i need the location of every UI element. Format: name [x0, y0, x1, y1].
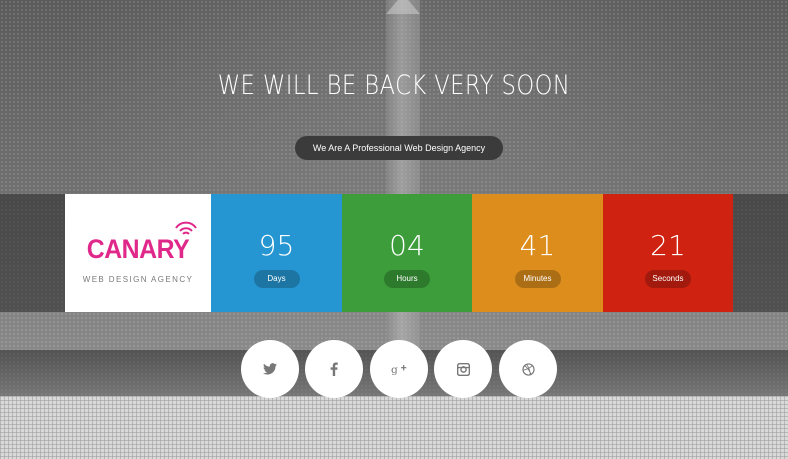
google-plus-button[interactable]: g — [370, 340, 428, 398]
hours-label: Hours — [384, 270, 430, 288]
subheadline-badge: We Are A Professional Web Design Agency — [295, 136, 503, 160]
minutes-label: Minutes — [514, 270, 561, 288]
facebook-icon — [330, 362, 338, 376]
dribbble-button[interactable] — [499, 340, 557, 398]
instagram-button[interactable] — [434, 340, 492, 398]
twitter-icon — [263, 363, 277, 375]
countdown-seconds: 21 Seconds — [603, 194, 733, 312]
countdown-hours: 04 Hours — [342, 194, 472, 312]
seconds-value: 21 — [650, 229, 686, 262]
logo-tagline: WEB DESIGN AGENCY — [82, 275, 194, 284]
hours-value: 04 — [389, 229, 425, 262]
seconds-label: Seconds — [645, 270, 691, 288]
logo-box: CANARY WEB DESIGN AGENCY — [65, 194, 211, 312]
days-value: 95 — [258, 229, 295, 262]
svg-text:g: g — [391, 363, 398, 376]
days-label: Days — [253, 270, 300, 288]
logo-wordmark: CANARY — [86, 234, 190, 264]
page-headline: WE WILL BE BACK VERY SOON — [217, 70, 571, 101]
countdown-minutes: 41 Minutes — [472, 194, 603, 312]
monument-tip — [386, 0, 420, 14]
twitter-button[interactable] — [241, 340, 299, 398]
instagram-icon — [456, 362, 470, 376]
dribbble-icon — [521, 362, 535, 376]
google-plus-icon: g — [391, 363, 407, 376]
minutes-value: 41 — [519, 229, 556, 262]
floor-pattern — [0, 396, 788, 459]
countdown-days: 95 Days — [211, 194, 342, 312]
facebook-button[interactable] — [305, 340, 363, 398]
